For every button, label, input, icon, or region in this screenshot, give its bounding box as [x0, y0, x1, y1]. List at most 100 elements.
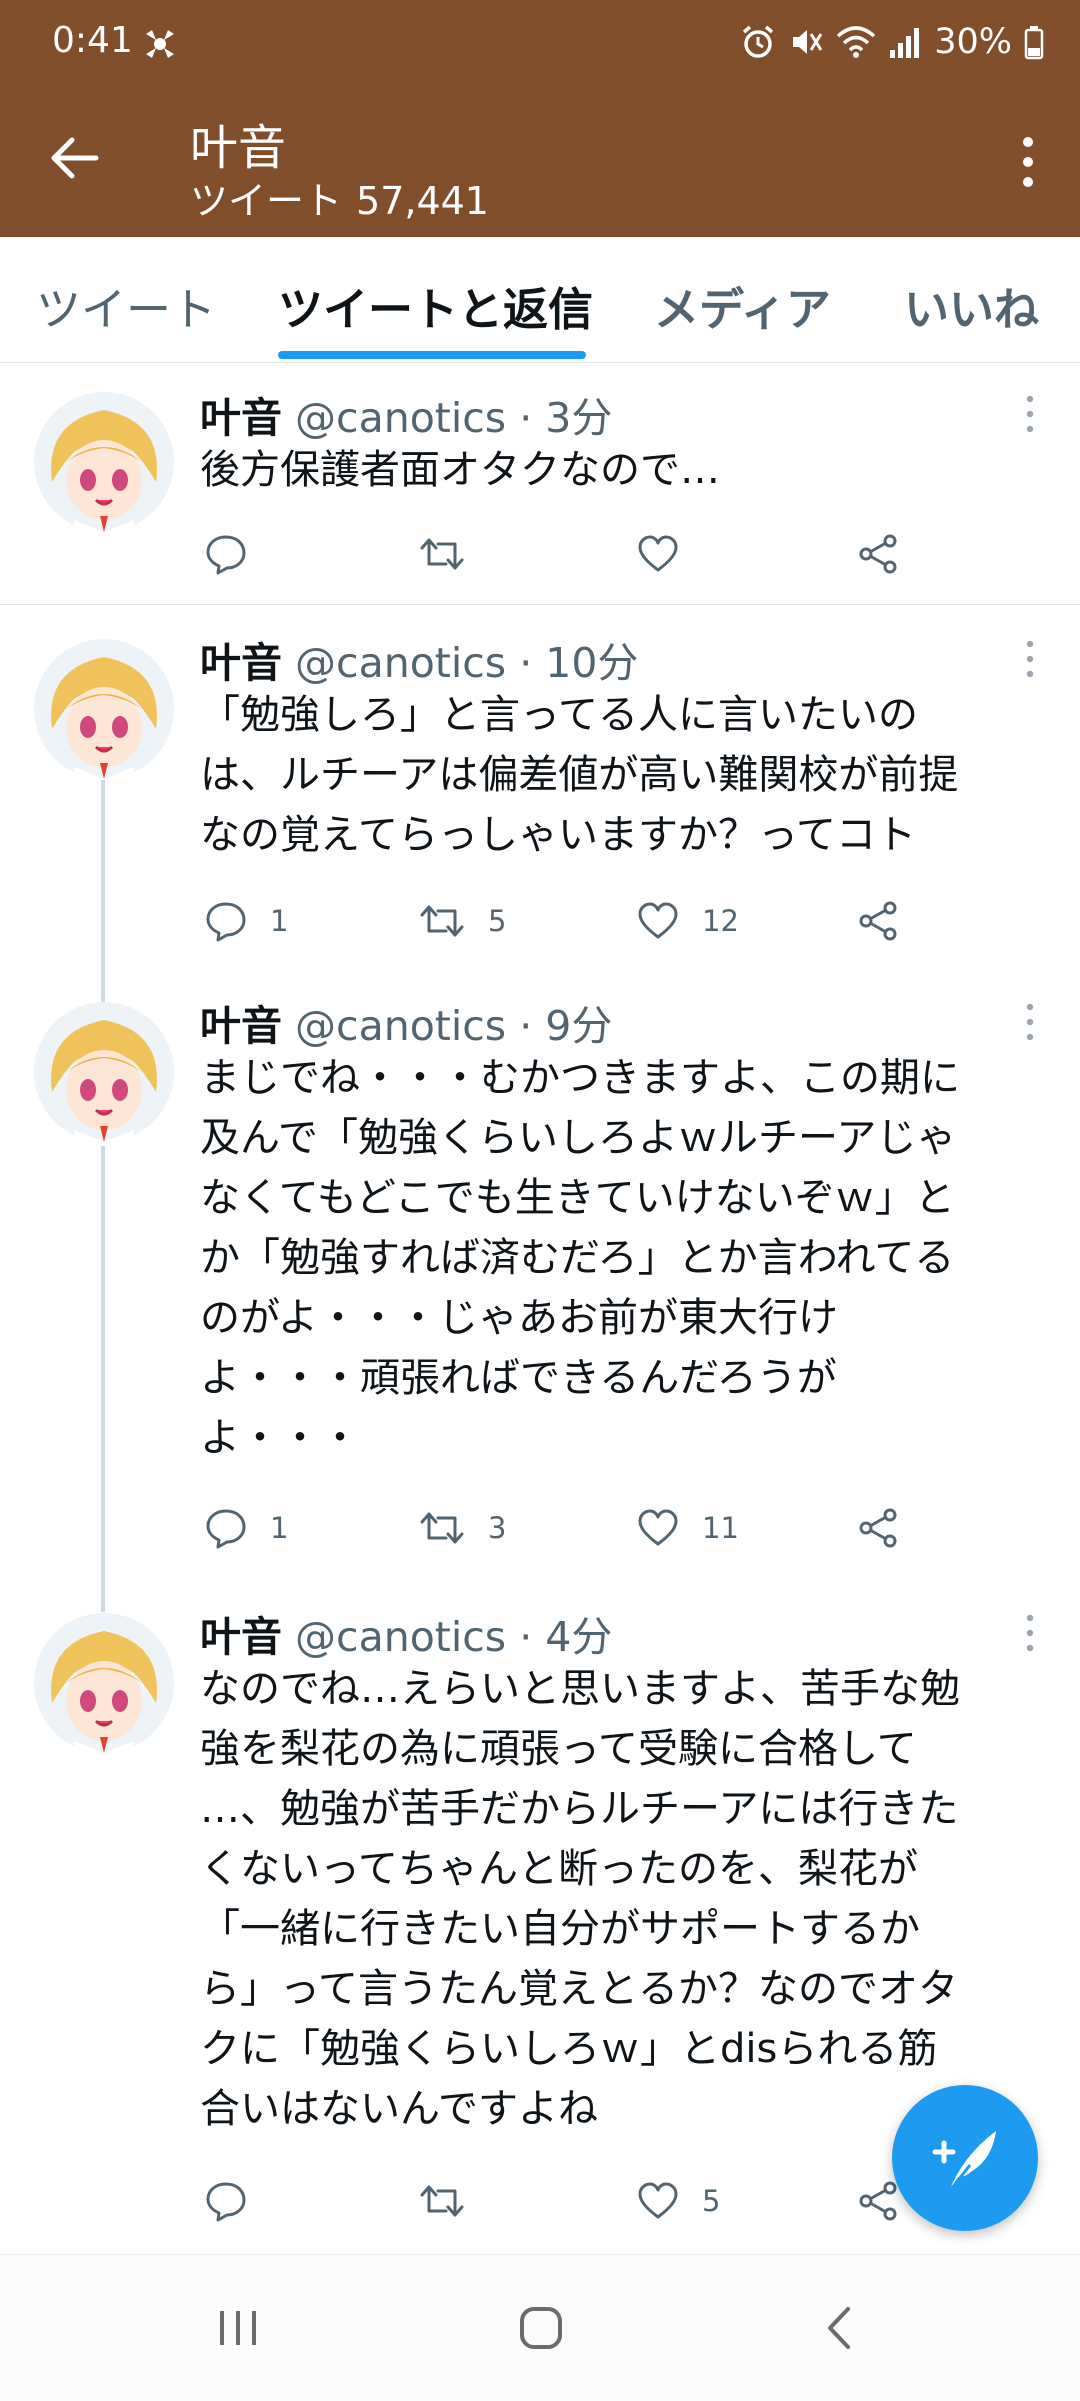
- tweet-text: なのでね…えらいと思いますよ、苦手な勉 強を梨花の為に頑張って受験に合格して ……: [200, 1666, 960, 2132]
- active-tab-indicator: [278, 351, 586, 359]
- share-icon: [859, 1508, 897, 1548]
- profile-tabs: ツイート ツイートと返信 メディア いいね: [0, 237, 1080, 363]
- more-options-icon[interactable]: [1016, 132, 1040, 192]
- retweet-icon: [420, 2185, 464, 2217]
- avatar[interactable]: [34, 392, 174, 532]
- tweet-time: 3分: [545, 394, 613, 442]
- signal-icon: [890, 28, 920, 58]
- tweet-more-icon[interactable]: [1024, 1613, 1036, 1653]
- compose-tweet-button[interactable]: [892, 2085, 1038, 2231]
- tweet-author-handle[interactable]: @canotics: [295, 639, 506, 687]
- tweet-item[interactable]: 叶音 @canotics · 10分 「勉強しろ」と言ってる人に言いたいの は、…: [0, 605, 1080, 967]
- battery-icon: [1024, 26, 1044, 60]
- tab-media[interactable]: メディア: [654, 273, 831, 338]
- reply-count: 1: [270, 904, 289, 938]
- status-icons: 30%: [740, 18, 1044, 66]
- mute-icon: [793, 30, 823, 54]
- like-button[interactable]: 12: [636, 893, 739, 949]
- reply-icon: [206, 535, 246, 575]
- system-navigation-bar: [0, 2254, 1080, 2401]
- share-icon: [859, 534, 897, 574]
- tweet-time: 4分: [545, 1613, 613, 1661]
- retweet-button[interactable]: [418, 2173, 488, 2229]
- heart-icon: [638, 535, 678, 572]
- tweet-more-icon[interactable]: [1024, 639, 1036, 679]
- avatar-image: [34, 1613, 174, 1753]
- avatar-image: [34, 392, 174, 532]
- app-notification-icon: [146, 30, 174, 58]
- retweet-icon: [420, 1512, 464, 1544]
- battery-percent: 30%: [934, 22, 1012, 62]
- tweet-text: 「勉強しろ」と言ってる人に言いたいの は、ルチーアは偏差値が高い難関校が前提 な…: [200, 692, 959, 858]
- like-count: 11: [702, 1511, 739, 1545]
- like-button[interactable]: 11: [636, 1500, 739, 1556]
- tab-tweets-and-replies[interactable]: ツイートと返信: [278, 273, 593, 338]
- tab-likes[interactable]: いいね: [904, 273, 1039, 338]
- heart-icon: [638, 1509, 678, 1546]
- tweet-actions: [200, 526, 1040, 582]
- avatar[interactable]: [34, 1002, 174, 1142]
- share-button[interactable]: [856, 893, 900, 949]
- retweet-count: 3: [488, 1511, 507, 1545]
- alarm-icon: [743, 25, 774, 58]
- tweet-author-name[interactable]: 叶音: [200, 394, 282, 442]
- reply-icon: [206, 1509, 246, 1549]
- tweet-actions: 1 5 12: [200, 893, 1040, 949]
- avatar-image: [34, 1002, 174, 1142]
- share-button[interactable]: [856, 526, 900, 582]
- back-arrow-icon[interactable]: [46, 130, 102, 186]
- tweet-item[interactable]: 叶音 @canotics · 9分 まじでね・・・むかつきますよ、この期に 及ん…: [0, 968, 1080, 1576]
- retweet-button[interactable]: [418, 526, 488, 582]
- tweet-author-name[interactable]: 叶音: [200, 1613, 282, 1661]
- tweet-actions: 1 3 11: [200, 1500, 1040, 1556]
- reply-button[interactable]: 1: [204, 893, 288, 949]
- reply-button[interactable]: 1: [204, 1500, 288, 1556]
- retweet-button[interactable]: 3: [418, 1500, 506, 1556]
- tweet-count: ツイート 57,441: [190, 170, 489, 225]
- retweet-count: 5: [488, 904, 507, 938]
- tweet-author-handle[interactable]: @canotics: [295, 1613, 506, 1661]
- like-count: 12: [702, 904, 739, 938]
- home-icon[interactable]: [516, 2303, 566, 2353]
- share-button[interactable]: [856, 1500, 900, 1556]
- heart-icon: [638, 2182, 678, 2219]
- back-nav-icon[interactable]: [820, 2303, 860, 2353]
- status-bar: 0:41 30%: [0, 0, 1080, 90]
- tweet-author-name[interactable]: 叶音: [200, 1002, 282, 1050]
- like-button[interactable]: [636, 526, 702, 582]
- tweet-header: 叶音 @canotics · 3分: [200, 394, 613, 442]
- retweet-button[interactable]: 5: [418, 893, 506, 949]
- avatar[interactable]: [34, 1613, 174, 1753]
- tweet-author-name[interactable]: 叶音: [200, 639, 282, 687]
- recent-apps-icon[interactable]: [214, 2305, 262, 2351]
- tweet-count-label: ツイート: [190, 179, 343, 223]
- reply-icon: [206, 2182, 246, 2222]
- tweet-text: まじでね・・・むかつきますよ、この期に 及んで「勉強くらいしろよｗルチーアじゃ …: [200, 1055, 960, 1461]
- reply-icon: [206, 902, 246, 942]
- profile-name: 叶音: [190, 120, 287, 176]
- retweet-icon: [420, 538, 464, 570]
- tweet-header: 叶音 @canotics · 9分: [200, 1002, 613, 1050]
- reply-button[interactable]: [204, 2173, 270, 2229]
- tweet-text: 後方保護者面オタクなので…: [200, 447, 720, 493]
- retweet-icon: [420, 905, 464, 937]
- status-time: 0:41: [52, 20, 133, 61]
- avatar-image: [34, 639, 174, 779]
- tweet-author-handle[interactable]: @canotics: [295, 394, 506, 442]
- tweet-item[interactable]: 叶音 @canotics · 3分 後方保護者面オタクなので…: [0, 362, 1080, 604]
- tab-tweets[interactable]: ツイート: [36, 273, 216, 338]
- avatar[interactable]: [34, 639, 174, 779]
- tweet-count-value: 57,441: [356, 179, 489, 223]
- like-button[interactable]: 5: [636, 2173, 720, 2229]
- tweet-more-icon[interactable]: [1024, 1002, 1036, 1042]
- tweet-author-handle[interactable]: @canotics: [295, 1002, 506, 1050]
- tweet-time: 9分: [545, 1002, 613, 1050]
- like-count: 5: [702, 2184, 721, 2218]
- compose-feather-icon: [932, 2131, 996, 2194]
- reply-button[interactable]: [204, 526, 270, 582]
- tweet-header: 叶音 @canotics · 10分: [200, 639, 639, 687]
- tweet-more-icon[interactable]: [1024, 394, 1036, 434]
- wifi-icon: [837, 26, 876, 58]
- tweet-header: 叶音 @canotics · 4分: [200, 1613, 613, 1661]
- reply-count: 1: [270, 1511, 289, 1545]
